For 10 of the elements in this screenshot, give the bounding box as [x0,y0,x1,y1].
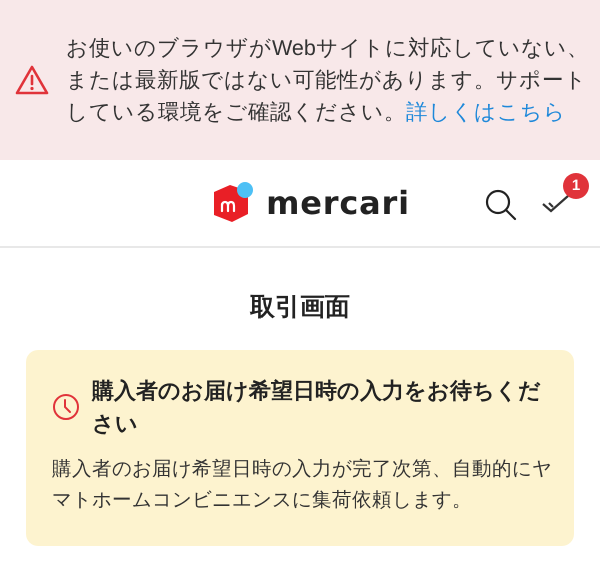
clock-icon [52,393,80,421]
notice-title: 購入者のお届け希望日時の入力をお待ちください [92,377,542,438]
warning-icon [14,64,50,96]
warning-message: お使いのブラウザがWebサイトに対応していない、または最新版ではない可能性があります。サポートしている環境をご確認ください。詳しくはこちら [66,35,590,126]
search-icon[interactable] [484,188,518,222]
details-link[interactable]: 詳しくはこちら [406,100,566,124]
page-title: 取引画面 [248,292,351,323]
logo-text: mercari [266,183,410,224]
notice-body: 購入者のお届け希望日時の入力が完了次第、自動的にヤマトホームコンビニエンスに集荷依頼します。 [52,457,553,513]
notification-badge: 1 [563,173,589,199]
